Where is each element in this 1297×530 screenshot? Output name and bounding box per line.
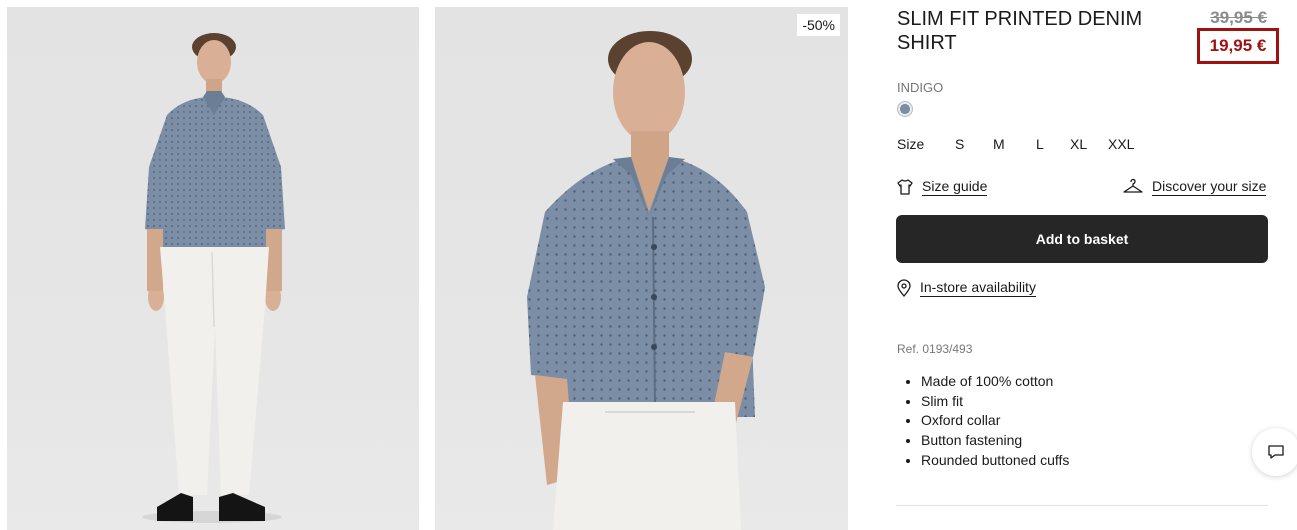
add-to-basket-button[interactable]: Add to basket [896, 215, 1268, 263]
store-availability-link[interactable]: In-store availability [896, 279, 1036, 297]
feature-item: Oxford collar [921, 411, 1069, 431]
size-guide-label[interactable]: Size guide [922, 178, 988, 196]
color-name: INDIGO [897, 80, 944, 95]
size-guide-link[interactable]: Size guide [896, 178, 988, 196]
section-divider [896, 505, 1268, 506]
model-closeup-illustration [527, 31, 765, 530]
size-option-xl[interactable]: XL [1070, 136, 1087, 152]
product-title: SLIM FIT PRINTED DENIM SHIRT [897, 8, 1143, 54]
size-option-xxl[interactable]: XXL [1108, 136, 1134, 152]
store-availability-label[interactable]: In-store availability [920, 279, 1036, 297]
feature-item: Button fastening [921, 431, 1069, 451]
tshirt-icon [897, 179, 913, 195]
product-reference: Ref. 0193/493 [897, 342, 973, 356]
product-image-closeup[interactable]: -50% [435, 7, 848, 530]
feature-list: Made of 100% cotton Slim fit Oxford coll… [905, 372, 1069, 471]
sale-price-highlight: 19,95 € [1197, 28, 1279, 64]
feature-item: Rounded buttoned cuffs [921, 451, 1069, 471]
size-option-l[interactable]: L [1036, 136, 1044, 152]
model-full-length-illustration [142, 33, 285, 523]
chat-button[interactable] [1252, 428, 1297, 476]
original-price: 39,95 € [1210, 8, 1267, 27]
size-option-s[interactable]: S [955, 136, 964, 152]
location-pin-icon [897, 279, 911, 297]
feature-item: Slim fit [921, 392, 1069, 412]
size-label: Size [897, 136, 925, 152]
hanger-icon [1123, 178, 1143, 193]
discover-size-link[interactable]: Discover your size [1122, 178, 1267, 196]
size-option-m[interactable]: M [993, 136, 1005, 152]
discount-badge: -50% [797, 14, 840, 36]
product-image-full-length[interactable] [7, 7, 419, 530]
chat-icon [1268, 445, 1284, 459]
sale-price: 19,95 € [1209, 36, 1267, 55]
feature-item: Made of 100% cotton [921, 372, 1069, 392]
color-swatch-indigo[interactable] [897, 101, 913, 117]
discover-size-label[interactable]: Discover your size [1152, 178, 1267, 196]
